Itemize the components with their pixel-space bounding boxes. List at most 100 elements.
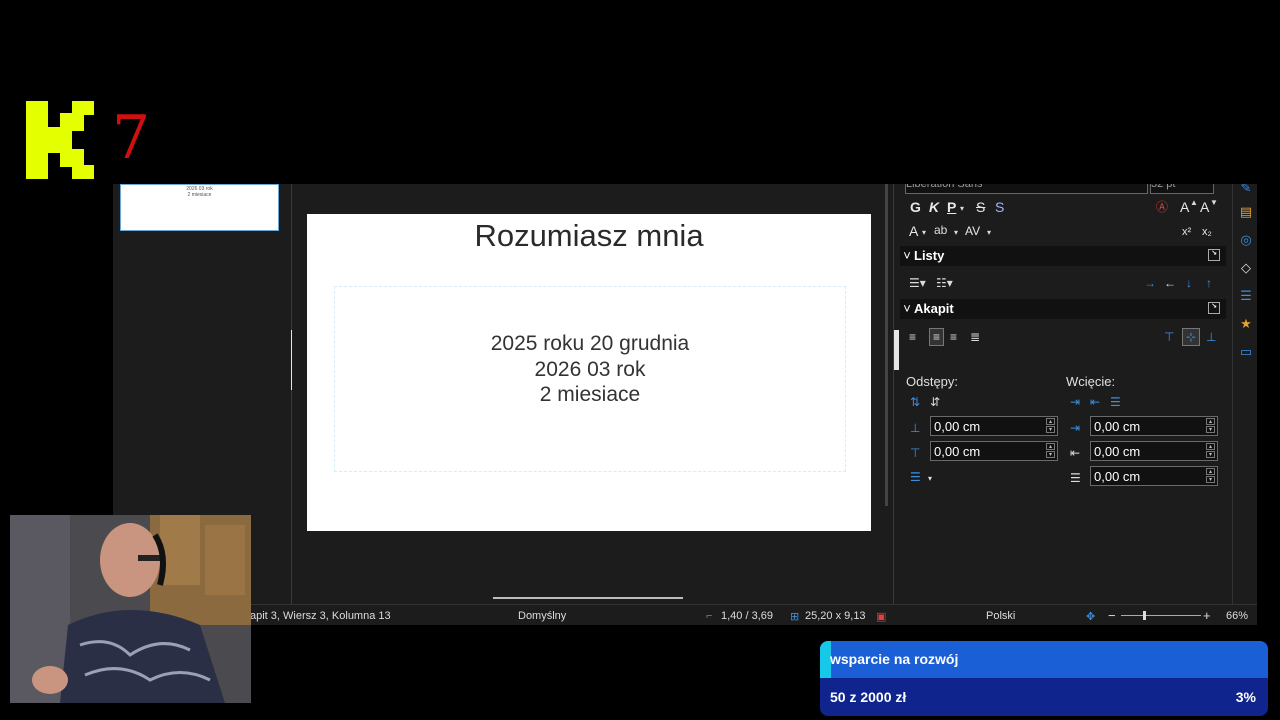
align-right-icon[interactable]: ≡: [950, 330, 957, 344]
slide-editor: Rozumiasz mnia 2025 roku 20 grudnia 2026…: [292, 184, 893, 604]
master-slides-tab-icon[interactable]: ▤: [1237, 204, 1255, 220]
slide-title[interactable]: Rozumiasz mnia: [307, 218, 871, 254]
cursor-position-status: apit 3, Wiersz 3, Kolumna 13: [250, 610, 391, 622]
bold-button[interactable]: G: [910, 199, 921, 215]
after-indent-field[interactable]: 0,00 cm ▴ ▾: [1090, 441, 1218, 461]
paragraph-section-title: Akapit: [914, 301, 954, 316]
underline-button[interactable]: P: [947, 199, 956, 215]
strikethrough-button[interactable]: S: [976, 199, 985, 215]
donation-title: wsparcie na rozwój: [830, 651, 959, 667]
move-up-icon[interactable]: ↑: [1206, 276, 1212, 290]
document-modified-icon[interactable]: ▣: [876, 610, 886, 623]
first-line-indent-field[interactable]: 0,00 cm ▴ ▾: [1090, 466, 1218, 486]
bullet-list-icon[interactable]: ☰▾: [909, 276, 926, 290]
collapse-chevron-icon: ˅: [903, 301, 911, 316]
thumbnail-line: 2 miesiace: [187, 192, 212, 198]
font-name-input[interactable]: Liberation Sans: [905, 184, 1148, 194]
superscript-button[interactable]: x²: [1182, 224, 1191, 240]
decrease-spacing-icon[interactable]: ⇵: [930, 395, 940, 409]
shapes-tab-icon[interactable]: ◇: [1237, 260, 1255, 276]
align-top-icon[interactable]: ⊤: [1164, 330, 1174, 344]
more-options-icon[interactable]: ↘: [1208, 249, 1220, 261]
status-bar: apit 3, Wiersz 3, Kolumna 13 Domyślny ⌐ …: [113, 604, 1257, 625]
spin-buttons[interactable]: ▴ ▾: [1206, 418, 1215, 434]
align-left-icon[interactable]: ≡: [909, 330, 916, 344]
line-spacing-dropdown-icon[interactable]: ▾: [928, 472, 932, 486]
highlight-dropdown-icon[interactable]: ▾: [954, 226, 958, 240]
line-spacing-icon[interactable]: ☰: [910, 470, 921, 484]
grow-font-icon: ▲: [1190, 198, 1198, 207]
sidebar-collapse-handle[interactable]: [894, 330, 899, 370]
increase-spacing-icon[interactable]: ⇅: [910, 395, 920, 409]
character-spacing-button[interactable]: AV: [965, 223, 980, 239]
first-line-indent-value: 0,00 cm: [1094, 469, 1141, 484]
slide-canvas[interactable]: Rozumiasz mnia 2025 roku 20 grudnia 2026…: [307, 214, 871, 531]
shrink-font-button[interactable]: A: [1200, 199, 1209, 215]
grow-font-button[interactable]: A: [1180, 199, 1189, 215]
styles-tab-icon[interactable]: ☰: [1237, 288, 1255, 304]
highlight-icon[interactable]: ab: [934, 223, 947, 237]
navigator-tab-icon[interactable]: ◎: [1237, 232, 1255, 248]
decrease-indent-icon[interactable]: ⇤: [1090, 395, 1100, 409]
zoom-out-button[interactable]: −: [1108, 608, 1116, 623]
position-status: 1,40 / 3,69: [721, 610, 773, 622]
zoom-slider[interactable]: [1121, 615, 1201, 616]
before-indent-value: 0,00 cm: [1094, 419, 1141, 434]
zoom-level[interactable]: 66%: [1226, 610, 1248, 622]
lists-section-header[interactable]: ˅ Listy ↘: [900, 246, 1226, 266]
lists-section-title: Listy: [914, 248, 945, 263]
language-status[interactable]: Polski: [986, 610, 1015, 622]
webcam-overlay: [10, 515, 251, 703]
indent-label: Wcięcie:: [1066, 374, 1116, 389]
font-color-button[interactable]: A: [909, 223, 918, 239]
spin-buttons[interactable]: ▴ ▾: [1046, 443, 1055, 459]
justify-icon[interactable]: ≣: [970, 330, 980, 344]
donation-amount: 50 z 2000 zł: [830, 689, 907, 705]
before-indent-field[interactable]: 0,00 cm ▴ ▾: [1090, 416, 1218, 436]
spacing-label: Odstępy:: [906, 374, 959, 389]
below-spacing-icon: ⊤: [910, 446, 921, 460]
above-spacing-icon: ⊥: [910, 421, 921, 435]
paragraph-section-header[interactable]: ˅ Akapit ↘: [900, 299, 1226, 319]
content-placeholder[interactable]: 2025 roku 20 grudnia 2026 03 rok 2 miesi…: [334, 286, 846, 472]
hanging-indent-icon[interactable]: ☰: [1110, 395, 1121, 409]
clear-formatting-icon[interactable]: Ⓐ: [1156, 200, 1168, 214]
shadow-button[interactable]: S: [995, 199, 1004, 215]
italic-button[interactable]: K: [929, 199, 939, 215]
subscript-button[interactable]: x₂: [1202, 224, 1212, 240]
numbered-list-icon[interactable]: ☷▾: [936, 276, 953, 290]
sidebar-tab-strip: ✎ ▤ ◎ ◇ ☰ ★ ▭: [1232, 184, 1257, 604]
demote-icon[interactable]: →: [1144, 276, 1156, 290]
increase-indent-icon[interactable]: ⇥: [1070, 395, 1080, 409]
zoom-in-button[interactable]: +: [1203, 608, 1211, 623]
below-spacing-field[interactable]: 0,00 cm ▴ ▾: [930, 441, 1058, 461]
more-options-icon[interactable]: ↘: [1208, 302, 1220, 314]
donation-percent: 3%: [1235, 689, 1256, 705]
spacing-dropdown-icon[interactable]: ▾: [987, 226, 991, 240]
align-center-icon[interactable]: ≡: [929, 328, 945, 346]
align-bottom-icon[interactable]: ⊥: [1206, 330, 1216, 344]
horizontal-scrollbar[interactable]: [493, 597, 683, 599]
vertical-scrollbar[interactable]: [885, 184, 888, 506]
logo-number: 7: [112, 103, 151, 173]
content-line-2: 2026 03 rok: [534, 358, 646, 381]
spin-buttons[interactable]: ▴ ▾: [1206, 468, 1215, 484]
slide-layout-status[interactable]: Domyślny: [518, 610, 566, 622]
promote-icon[interactable]: ←: [1164, 276, 1176, 290]
zoom-slider-thumb[interactable]: [1143, 611, 1146, 620]
move-down-icon[interactable]: ↓: [1186, 276, 1192, 290]
collapse-chevron-icon: ˅: [903, 248, 911, 263]
properties-tab-icon[interactable]: ✎: [1237, 184, 1255, 196]
before-indent-icon: ⇥: [1070, 421, 1081, 435]
align-middle-icon[interactable]: ⊹: [1182, 328, 1201, 346]
underline-dropdown-icon[interactable]: ▾: [960, 202, 964, 216]
font-size-input[interactable]: 32 pt: [1150, 184, 1214, 194]
spin-buttons[interactable]: ▴ ▾: [1206, 443, 1215, 459]
transition-tab-icon[interactable]: ▭: [1237, 344, 1255, 360]
animation-tab-icon[interactable]: ★: [1237, 316, 1255, 332]
above-spacing-field[interactable]: 0,00 cm ▴ ▾: [930, 416, 1058, 436]
slide-thumbnail[interactable]: 2026 03 rok 2 miesiace: [120, 184, 279, 231]
spin-buttons[interactable]: ▴ ▾: [1046, 418, 1055, 434]
font-color-dropdown-icon[interactable]: ▾: [922, 226, 926, 240]
fit-slide-icon[interactable]: ✥: [1086, 610, 1095, 623]
